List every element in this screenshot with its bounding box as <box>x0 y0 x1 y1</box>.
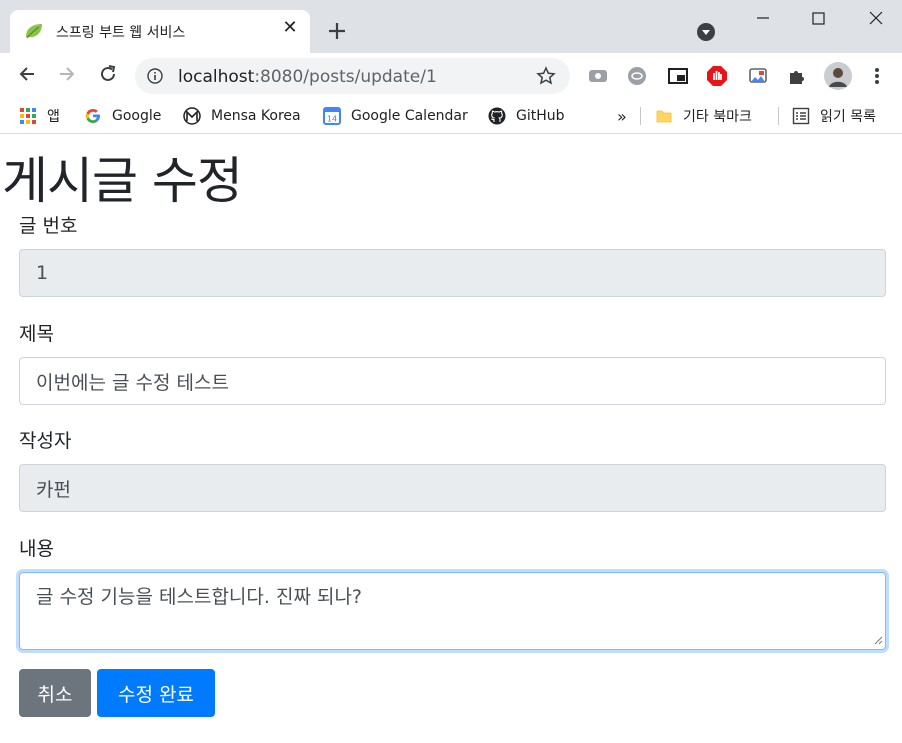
bookmark-label: Google Calendar <box>351 108 468 124</box>
bookmark-label: Google <box>112 108 162 124</box>
calendar-icon: 14 <box>323 107 341 125</box>
bookmarks-separator <box>640 107 641 125</box>
post-id-field[interactable] <box>19 249 886 297</box>
bookmark-label: 기타 북마크 <box>683 109 752 125</box>
menu-kebab-icon[interactable] <box>866 65 888 87</box>
post-id-label: 글 번호 <box>19 215 78 237</box>
bookmark-apps[interactable]: 앱 <box>19 105 60 127</box>
author-field[interactable] <box>19 464 886 512</box>
post-title-field[interactable] <box>19 357 886 405</box>
address-bar[interactable]: localhost:8080/posts/update/1 <box>135 58 570 94</box>
tab-title: 스프링 부트 웹 서비스 <box>56 25 186 41</box>
extension-globe-icon[interactable] <box>626 65 648 87</box>
bookmarks-bar: 앱 Google Mensa Korea 14 Google Calendar … <box>0 98 902 134</box>
chromecast-extension-icon[interactable] <box>747 65 769 87</box>
cancel-button[interactable]: 취소 <box>19 669 91 717</box>
browser-toolbar: localhost:8080/posts/update/1 <box>0 53 902 98</box>
bookmark-google[interactable]: Google <box>84 105 161 127</box>
page-content: 게시글 수정 글 번호 제목 작성자 내용 글 수정 기능을 테스트합니다. 진… <box>0 139 902 743</box>
back-arrow-icon[interactable] <box>16 63 38 85</box>
bookmark-label: GitHub <box>516 108 565 124</box>
spring-leaf-icon <box>26 24 42 39</box>
picture-in-picture-icon[interactable] <box>667 65 689 87</box>
browser-tab[interactable]: 스프링 부트 웹 서비스 ✕ <box>10 10 310 53</box>
apps-grid-icon <box>20 108 36 124</box>
extensions-puzzle-icon[interactable] <box>786 65 808 87</box>
bookmark-other-folder[interactable]: 기타 북마크 <box>655 105 752 127</box>
calendar-badge: 14 <box>327 115 337 124</box>
profile-avatar-icon[interactable] <box>824 62 852 90</box>
content-textarea[interactable]: 글 수정 기능을 테스트합니다. 진짜 되나? <box>19 572 886 650</box>
bookmark-star-icon[interactable] <box>536 66 556 86</box>
new-tab-plus-icon[interactable] <box>326 20 348 42</box>
tab-search-icon[interactable] <box>697 23 715 41</box>
bookmark-label: Mensa Korea <box>211 108 301 124</box>
url-text: localhost:8080/posts/update/1 <box>178 67 437 87</box>
content-label: 내용 <box>19 538 54 560</box>
extension-gray-icon[interactable] <box>587 65 609 87</box>
reload-icon[interactable] <box>97 63 119 85</box>
maximize-icon[interactable] <box>795 0 841 36</box>
bookmark-mensa[interactable]: Mensa Korea <box>183 105 301 127</box>
bookmark-google-calendar[interactable]: 14 Google Calendar <box>323 105 468 127</box>
tab-strip: 스프링 부트 웹 서비스 ✕ <box>0 0 902 53</box>
page-title: 게시글 수정 <box>2 152 243 210</box>
close-window-icon[interactable] <box>853 0 899 36</box>
post-title-label: 제목 <box>19 323 54 345</box>
site-info-icon[interactable] <box>147 68 163 84</box>
adblock-hand-icon[interactable] <box>706 65 728 87</box>
update-submit-button[interactable]: 수정 완료 <box>97 669 215 717</box>
author-label: 작성자 <box>19 430 72 452</box>
url-host: localhost <box>178 67 255 87</box>
reading-list-icon <box>792 107 810 125</box>
github-icon <box>488 107 506 125</box>
reading-list[interactable]: 읽기 목록 <box>792 105 876 127</box>
bookmarks-separator <box>778 107 779 125</box>
bookmark-github[interactable]: GitHub <box>488 105 565 127</box>
forward-arrow-icon[interactable] <box>56 63 78 85</box>
close-tab-icon[interactable]: ✕ <box>282 19 298 37</box>
bookmark-label: 읽기 목록 <box>820 109 876 125</box>
folder-icon <box>656 110 672 123</box>
url-path: :8080/posts/update/1 <box>254 67 437 87</box>
google-icon <box>85 109 100 123</box>
mensa-icon <box>183 107 201 125</box>
bookmarks-overflow[interactable]: » <box>617 105 627 127</box>
resize-grip-icon[interactable] <box>871 633 883 645</box>
bookmark-label: 앱 <box>47 109 60 125</box>
minimize-icon[interactable] <box>740 0 786 36</box>
